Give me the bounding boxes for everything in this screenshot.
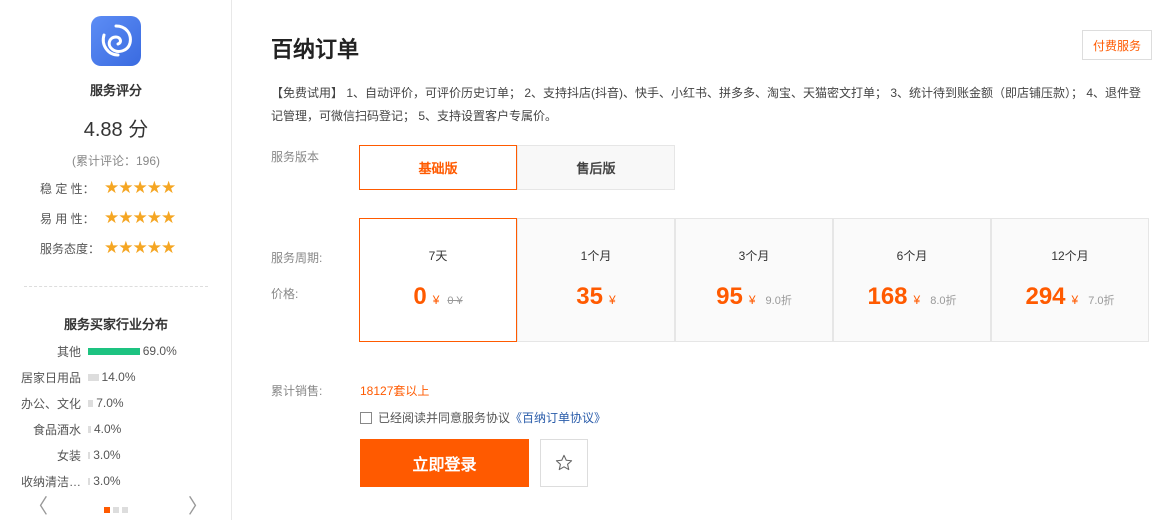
distribution-row: 其他 69.0% [0,342,177,360]
version-label: 服务版本 [271,150,320,164]
distribution-label: 收纳清洁… [20,474,81,489]
distribution-bar [88,399,94,407]
distribution-percent: 14.0% [101,370,136,384]
plan-period: 6个月 [896,249,928,263]
rating-count: (累计评论：196) [71,154,160,168]
rating-row-service: 服务态度： ★★★★★ [40,238,176,258]
plan-price-line: 168 ¥8.0折 [834,283,990,311]
distribution-row: 办公、文化 7.0% [0,394,124,412]
distribution-label: 食品酒水 [32,422,81,437]
divider [24,286,208,287]
plan-price-line: 294 ¥7.0折 [992,283,1148,311]
plan-price: 294 [1025,283,1066,310]
plan-option[interactable]: 3个月 95 ¥9.0折 [675,218,833,342]
sales-value: 18127套以上 [360,384,430,398]
plan-price-line: 0 ¥0 ¥ [360,283,516,311]
distribution-bar [88,347,140,355]
currency-symbol: ¥ [609,293,616,307]
currency-symbol: ¥ [1071,293,1079,307]
next-arrow-icon[interactable]: 〉 [188,496,208,518]
plan-option[interactable]: 6个月 168 ¥8.0折 [833,218,991,342]
distribution-label: 居家日用品 [20,370,81,385]
distribution-bar [88,373,99,381]
period-label: 服务周期: [271,251,323,265]
carousel-dot[interactable] [104,507,110,513]
distribution-label: 其他 [56,344,81,359]
plan-price-line: 95 ¥9.0折 [676,283,832,311]
distribution-bar [88,451,91,459]
rating-label: 稳 定 性： [40,181,95,196]
plan-option[interactable]: 12个月 294 ¥7.0折 [991,218,1149,342]
price-label: 价格: [271,287,299,301]
plan-original-price: 0 ¥ [447,295,463,307]
distribution-label: 女装 [56,448,81,463]
prev-arrow-icon[interactable]: 〈 [28,496,48,518]
distribution-row: 居家日用品 14.0% [0,368,136,386]
sales-label: 累计销售: [271,384,323,398]
agreement-row: 已经阅读并同意服务协议 《百纳订单协议》 [360,409,606,426]
star-outline-icon [555,454,573,471]
plan-option[interactable]: 1个月 35 ¥ [517,218,675,342]
login-button[interactable]: 立即登录 [360,439,529,487]
distribution-percent: 69.0% [142,344,177,358]
version-tab-basic[interactable]: 基础版 [359,145,517,190]
distribution-label: 办公、文化 [20,396,81,411]
star-rating-icon: ★★★★★ [104,208,176,227]
star-rating-icon: ★★★★★ [104,178,176,197]
plan-period: 3个月 [738,249,770,263]
rating-score: 4.88 分 [83,119,149,141]
service-description: 【免费试用】 1、自动评价，可评价历史订单； 2、支持抖店(抖音)、快手、小红书… [271,86,1142,123]
service-sidebar: 服务评分 4.88 分 (累计评论：196) 稳 定 性： ★★★★★ 易 用 … [0,0,232,520]
rating-row-usability: 易 用 性： ★★★★★ [40,208,176,228]
agreement-link[interactable]: 《百纳订单协议》 [510,409,606,426]
distribution-row: 食品酒水 4.0% [0,420,121,438]
distribution-row: 女装 3.0% [0,446,121,464]
carousel-dot[interactable] [122,507,128,513]
rating-label: 易 用 性： [40,211,95,226]
plan-discount: 7.0折 [1088,295,1115,307]
star-rating-icon: ★★★★★ [104,238,176,257]
distribution-bar [88,425,91,433]
plan-discount: 9.0折 [765,295,792,307]
plan-period: 12个月 [1051,249,1089,263]
swirl-logo-icon [91,16,141,66]
distribution-percent: 3.0% [93,448,121,462]
rating-row-stability: 稳 定 性： ★★★★★ [40,178,176,198]
currency-symbol: ¥ [913,293,921,307]
distribution-percent: 3.0% [93,474,121,488]
plan-price: 0 [413,283,427,310]
distribution-percent: 7.0% [96,396,124,410]
plan-price: 35 [576,283,603,310]
distribution-bar [88,477,91,485]
agreement-checkbox[interactable] [360,411,372,424]
plan-price-line: 35 ¥ [518,283,674,311]
plan-discount: 8.0折 [930,295,957,307]
version-tab-aftersale[interactable]: 售后版 [517,145,675,190]
currency-symbol: ¥ [432,293,440,307]
carousel-dots [104,507,128,513]
plan-option[interactable]: 7天 0 ¥0 ¥ [359,218,517,342]
page-title: 百纳订单 [271,37,360,62]
paid-service-button[interactable]: 付费服务 [1082,30,1152,60]
distribution-row: 收纳清洁… 3.0% [0,472,121,490]
rating-title: 服务评分 [89,83,142,98]
service-detail: 百纳订单 付费服务 【免费试用】 1、自动评价，可评价历史订单； 2、支持抖店(… [233,0,1162,520]
plan-price: 168 [867,283,908,310]
distribution-title: 服务买家行业分布 [63,317,168,332]
plan-price: 95 [716,283,743,310]
carousel-dot[interactable] [113,507,119,513]
distribution-percent: 4.0% [94,422,122,436]
rating-label: 服务态度： [40,241,101,256]
plan-period: 1个月 [580,249,612,263]
currency-symbol: ¥ [748,293,756,307]
plan-period: 7天 [428,249,448,263]
favorite-button[interactable] [540,439,588,487]
agreement-text: 已经阅读并同意服务协议 [378,411,511,425]
